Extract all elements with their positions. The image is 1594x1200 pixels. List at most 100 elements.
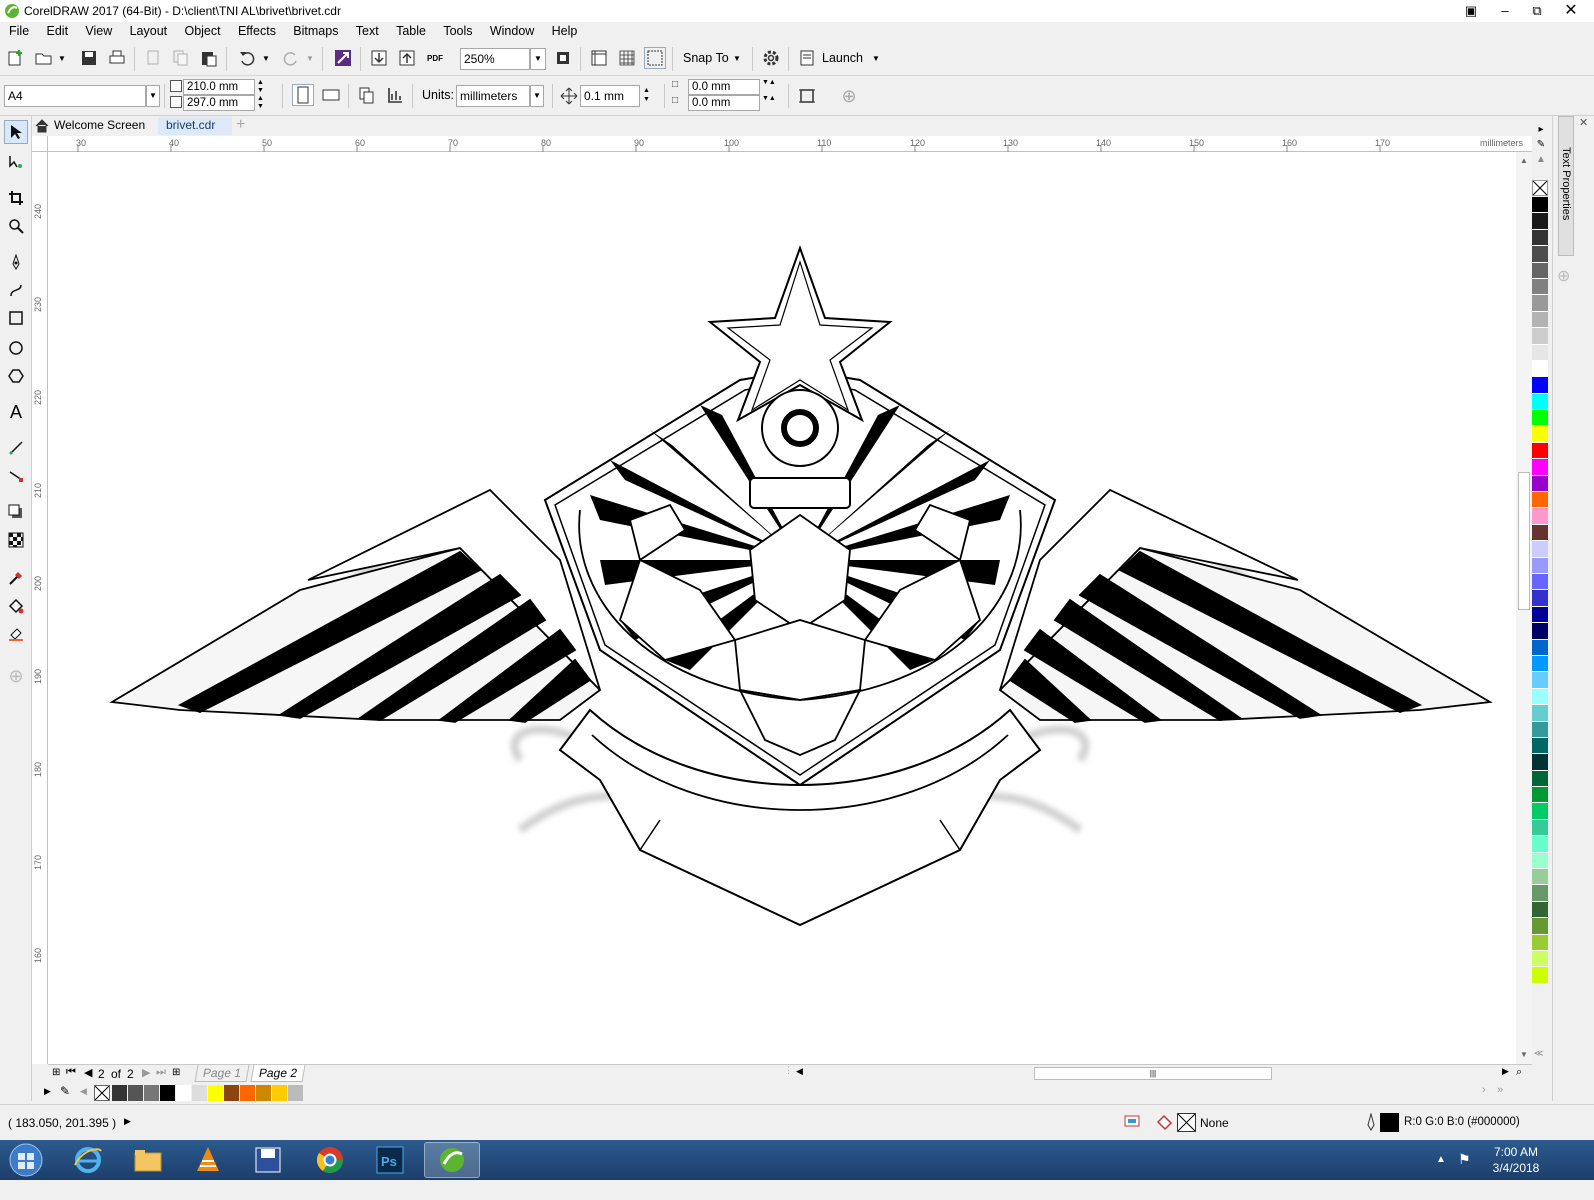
palette-swatch[interactable] xyxy=(1532,295,1548,312)
palette-swatch[interactable] xyxy=(1532,639,1548,656)
launch-button[interactable]: Launch xyxy=(822,51,863,65)
eyedropper-tool-icon[interactable] xyxy=(4,566,28,590)
smart-fill-tool-icon[interactable] xyxy=(4,622,28,646)
palette-swatch[interactable] xyxy=(1532,950,1548,968)
paste-icon[interactable] xyxy=(198,47,220,69)
palette-swatch[interactable] xyxy=(1532,590,1548,607)
cut-icon[interactable] xyxy=(142,47,164,69)
color-proof-icon[interactable] xyxy=(1124,1113,1140,1132)
crop-tool-icon[interactable] xyxy=(4,186,28,210)
doc-palette-swatch[interactable] xyxy=(288,1085,304,1101)
menu-bitmaps[interactable]: Bitmaps xyxy=(286,22,345,40)
page-size-dropdown-icon[interactable]: ▼ xyxy=(146,85,160,107)
palette-swatch[interactable] xyxy=(1532,885,1548,902)
save-icon[interactable] xyxy=(78,47,100,69)
connector-tool-icon[interactable] xyxy=(4,464,28,488)
show-grid-icon[interactable] xyxy=(616,47,638,69)
palette-swatch[interactable] xyxy=(1532,344,1548,361)
doc-palette-swatch[interactable] xyxy=(272,1085,288,1101)
publish-pdf-icon[interactable]: PDF xyxy=(424,47,446,69)
status-expand-icon[interactable]: ▶ xyxy=(124,1116,131,1127)
palette-swatch[interactable] xyxy=(1532,213,1548,230)
palette-swatch[interactable] xyxy=(1532,819,1548,837)
outline-color-swatch[interactable] xyxy=(1380,1113,1399,1132)
add-page-after-icon[interactable]: ⊞ xyxy=(172,1067,180,1078)
chrome-icon[interactable] xyxy=(302,1142,358,1178)
first-page-icon[interactable]: ⏮ xyxy=(66,1066,76,1079)
palette-swatch[interactable] xyxy=(1532,262,1548,279)
pick-tool-icon[interactable] xyxy=(4,120,28,144)
menu-view[interactable]: View xyxy=(78,22,119,40)
page-tab-2[interactable]: Page 2 xyxy=(250,1065,306,1082)
all-pages-icon[interactable] xyxy=(356,84,378,106)
palette-swatch[interactable] xyxy=(1532,573,1548,591)
undo-dropdown-icon[interactable]: ▼ xyxy=(262,54,270,63)
palette-swatch[interactable] xyxy=(1532,836,1548,853)
palette-swatch[interactable] xyxy=(1532,803,1548,820)
clock-date[interactable]: 3/4/2018 xyxy=(1486,1161,1546,1175)
add-page-before-icon[interactable]: ⊞ xyxy=(52,1067,60,1078)
ellipse-tool-icon[interactable] xyxy=(4,336,28,360)
menu-help[interactable]: Help xyxy=(545,22,585,40)
export-icon[interactable] xyxy=(396,47,418,69)
units-dropdown-icon[interactable]: ▼ xyxy=(530,85,544,107)
doc-palette-swatch[interactable] xyxy=(224,1085,240,1101)
menu-edit[interactable]: Edit xyxy=(40,22,76,40)
palette-swatch[interactable] xyxy=(1532,459,1548,476)
menu-file[interactable]: File xyxy=(2,22,36,40)
close-button[interactable]: ✕ xyxy=(1556,0,1586,22)
duplicate-x-spinner[interactable]: ▼▲ xyxy=(762,79,776,87)
current-page-icon[interactable] xyxy=(384,84,406,106)
text-tool-icon[interactable]: A xyxy=(4,400,28,424)
start-button[interactable] xyxy=(2,1141,50,1179)
horizontal-ruler[interactable]: 30 40 50 60 70 80 90 100 110 120 130 140… xyxy=(48,136,1532,152)
shape-tool-icon[interactable] xyxy=(4,150,28,174)
units-select[interactable]: millimeters xyxy=(456,85,530,107)
palette-swatch[interactable] xyxy=(1532,328,1548,345)
palette-swatch[interactable] xyxy=(1532,623,1548,640)
duplicate-y-spinner[interactable]: ▼▲ xyxy=(762,95,776,103)
doc-palette-scroll-right-icon[interactable]: › xyxy=(1482,1084,1486,1096)
restore-button[interactable]: ⧉ xyxy=(1522,0,1552,22)
parallel-dimension-tool-icon[interactable] xyxy=(4,436,28,460)
menu-text[interactable]: Text xyxy=(349,22,386,40)
text-properties-docker-tab[interactable]: Text Properties xyxy=(1558,116,1574,256)
artistic-media-tool-icon[interactable] xyxy=(4,278,28,302)
doc-palette-swatch[interactable] xyxy=(160,1085,176,1101)
menu-object[interactable]: Object xyxy=(177,22,227,40)
vertical-scroll-thumb[interactable] xyxy=(1518,472,1530,610)
tab-welcome-screen[interactable]: Welcome Screen xyxy=(32,117,158,135)
palette-swatch[interactable] xyxy=(1532,311,1548,329)
palette-scroll-down-icon[interactable]: ≪ xyxy=(1534,1048,1543,1059)
nudge-spinner[interactable]: ▲ ▼ xyxy=(643,86,650,104)
transparency-tool-icon[interactable] xyxy=(4,528,28,552)
internet-explorer-icon[interactable] xyxy=(60,1142,116,1178)
full-screen-preview-icon[interactable] xyxy=(552,47,574,69)
doc-palette-swatch[interactable] xyxy=(256,1085,272,1101)
page-height-field[interactable]: 297.0 mm xyxy=(183,95,255,111)
new-document-icon[interactable] xyxy=(5,47,27,69)
palette-swatch[interactable] xyxy=(1532,918,1548,935)
duplicate-y-field[interactable]: 0.0 mm xyxy=(688,95,760,111)
file-explorer-icon[interactable] xyxy=(120,1142,176,1178)
palette-swatch[interactable] xyxy=(1532,197,1548,214)
print-icon[interactable] xyxy=(106,47,128,69)
next-page-icon[interactable]: ▶ xyxy=(142,1066,150,1079)
palette-swatch[interactable] xyxy=(1532,869,1548,886)
palette-swatch[interactable] xyxy=(1532,737,1548,755)
menu-window[interactable]: Window xyxy=(483,22,541,40)
doc-palette-swatch[interactable] xyxy=(112,1085,128,1101)
open-icon[interactable] xyxy=(33,47,55,69)
fill-icon[interactable] xyxy=(1156,1113,1174,1134)
drawing-canvas[interactable] xyxy=(48,152,1516,1064)
doc-palette-swatch[interactable] xyxy=(144,1085,160,1101)
palette-swatch[interactable] xyxy=(1532,901,1548,919)
doc-palette-no-color[interactable] xyxy=(94,1085,110,1101)
drop-shadow-tool-icon[interactable] xyxy=(4,500,28,524)
palette-swatch[interactable] xyxy=(1532,557,1548,574)
menu-table[interactable]: Table xyxy=(389,22,433,40)
page-height-spinner[interactable]: ▲ ▼ xyxy=(257,95,264,111)
palette-swatch[interactable] xyxy=(1532,524,1548,542)
add-icon[interactable]: ⊕ xyxy=(838,85,860,107)
tab-brivet-cdr[interactable]: brivet.cdr xyxy=(158,117,232,135)
